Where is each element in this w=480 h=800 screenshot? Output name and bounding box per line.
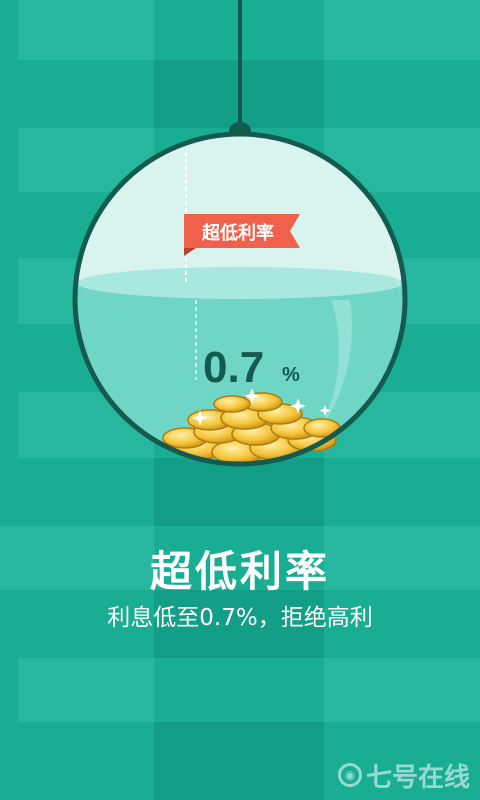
headline-subtitle: 利息低至0.7%，拒绝高利 (107, 605, 373, 631)
watermark-text: 七号在线 (365, 762, 470, 793)
hanging-globe-illustration: 超低利率 0.7 % (72, 0, 408, 467)
headline-title: 超低利率 (149, 547, 330, 596)
watermark: ◉ 七号在线 (337, 758, 470, 793)
rate-unit: % (282, 364, 300, 386)
watermark-logo-icon: ◉ (337, 763, 362, 787)
rate-value: 0.7 (203, 343, 264, 392)
flag-banner-label: 超低利率 (202, 222, 274, 244)
